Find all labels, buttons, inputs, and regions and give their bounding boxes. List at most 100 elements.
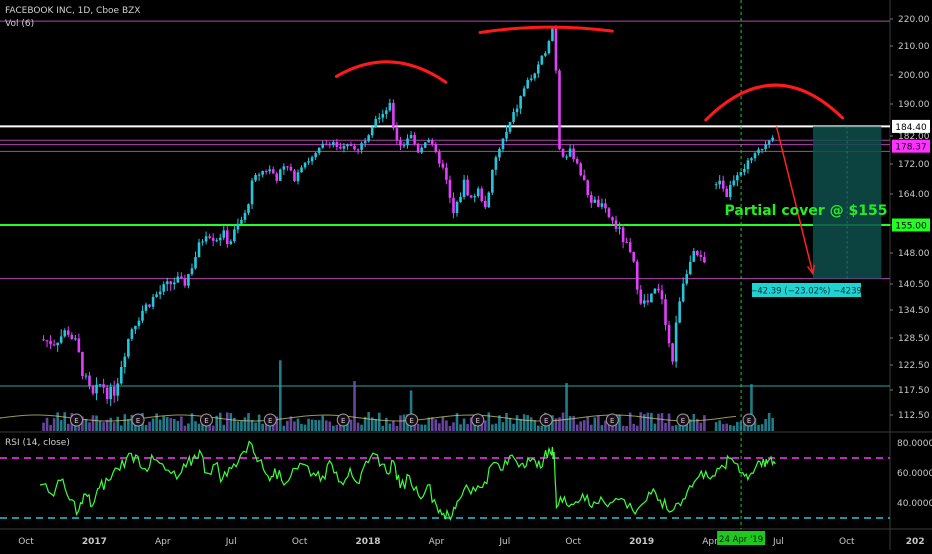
volume-bar (254, 422, 257, 431)
seg1-candle-body (430, 140, 434, 145)
volume-bar (667, 413, 671, 431)
seg1-candle-body (218, 237, 222, 241)
price-tick-label: 117.50 (898, 386, 930, 396)
seg1-candle-body (593, 199, 597, 203)
volume-bar (112, 422, 116, 431)
seg1-candle-body (664, 299, 667, 325)
seg2-candle-body (739, 172, 743, 176)
seg2-candle-body (750, 158, 753, 161)
seg1-candle-body (321, 143, 325, 148)
seg1-candle-body (84, 375, 88, 377)
seg1-candle-body (289, 166, 293, 171)
volume-bar (183, 425, 187, 431)
volume-bar (165, 417, 169, 431)
price-tick-label: 190.00 (898, 100, 930, 110)
seg1-candle-body (448, 179, 452, 198)
volume-bar (194, 421, 197, 431)
volume-bar (466, 424, 469, 431)
earnings-marker-label: E (341, 417, 345, 425)
volume-bar (169, 418, 173, 431)
volume-bar (42, 422, 45, 431)
volume-bar (536, 425, 540, 431)
seg1-candle-body (360, 143, 363, 150)
volume-bar (303, 424, 307, 431)
volume-bar (279, 360, 282, 431)
volume-bar (732, 425, 736, 431)
seg1-candle-body (91, 385, 95, 394)
seg1-candle-body (130, 329, 134, 339)
seg1-candle-body (561, 149, 565, 157)
volume-bar (491, 424, 494, 431)
time-tick-label: Apr (155, 537, 171, 547)
seg1-candle-body (427, 140, 431, 143)
volume-bar (721, 424, 725, 431)
volume-bar (243, 417, 247, 431)
volume-bar (739, 421, 743, 431)
volume-bar (427, 417, 431, 431)
seg1-candle-body (551, 27, 554, 42)
seg1-candle-body (109, 386, 112, 400)
seg1-candle-body (565, 156, 568, 158)
earnings-marker-label: E (747, 417, 751, 425)
volume-bar (52, 418, 56, 431)
seg1-candle-body (155, 294, 158, 297)
seg1-candle-body (653, 288, 657, 294)
volume-bar (505, 412, 508, 431)
seg2-candle-body (767, 140, 771, 145)
seg1-candle-body (385, 110, 388, 114)
price-tick-label: 112.50 (898, 411, 930, 421)
seg1-candle-body (197, 242, 201, 258)
volume-bar (653, 423, 657, 431)
seg1-candle-body (455, 202, 459, 213)
seg1-candle-body (211, 237, 215, 241)
volume-bar (49, 424, 52, 431)
time-tick-label: 2017 (82, 537, 107, 547)
seg1-candle-body (618, 227, 621, 229)
seg2-candle-body (725, 188, 729, 198)
seg1-candle-body (625, 241, 628, 243)
seg1-candle-body (554, 27, 558, 71)
seg1-candle-body (452, 197, 455, 213)
seg1-candle-body (388, 102, 392, 111)
volume-bar (533, 420, 537, 431)
seg1-candle-body (607, 208, 611, 218)
seg1-candle-body (413, 134, 416, 144)
seg1-candle-body (190, 268, 194, 275)
volume-bar (211, 425, 215, 431)
seg1-candle-body (483, 200, 487, 208)
time-tick-label: Oct (18, 537, 34, 547)
seg1-candle-body (123, 356, 127, 368)
volume-bar (395, 425, 399, 431)
seg2-candle-body (732, 180, 736, 186)
seg1-candle-body (692, 250, 696, 262)
rsi-legend: RSI (14, close) (5, 438, 70, 448)
seg1-candle-body (445, 167, 448, 180)
seg1-candle-body (611, 217, 614, 221)
volume-bar (356, 422, 360, 431)
seg1-candle-body (512, 112, 515, 123)
seg1-candle-body (399, 140, 402, 146)
seg1-candle-body (423, 142, 427, 148)
seg1-candle-body (476, 188, 480, 197)
seg1-candle-body (70, 334, 74, 340)
volume-bar (187, 423, 190, 431)
seg1-candle-body (579, 163, 583, 176)
volume-bar (162, 416, 165, 431)
seg1-candle-body (392, 102, 395, 129)
seg1-candle-body (377, 117, 381, 119)
volume-bar (229, 413, 233, 431)
volume-bar (760, 424, 764, 431)
volume-bar (402, 414, 406, 431)
seg1-candle-body (346, 144, 349, 147)
volume-bar (618, 414, 621, 431)
volume-bar (714, 422, 718, 431)
seg1-candle-body (558, 70, 561, 150)
volume-bar (586, 416, 590, 431)
seg1-candle-body (275, 173, 279, 181)
seg1-candle-body (342, 146, 346, 149)
volume-bar (441, 416, 445, 431)
volume-bar (657, 413, 660, 431)
seg1-candle-body (508, 122, 512, 132)
volume-bar (321, 415, 325, 431)
seg1-candle-body (420, 147, 423, 153)
